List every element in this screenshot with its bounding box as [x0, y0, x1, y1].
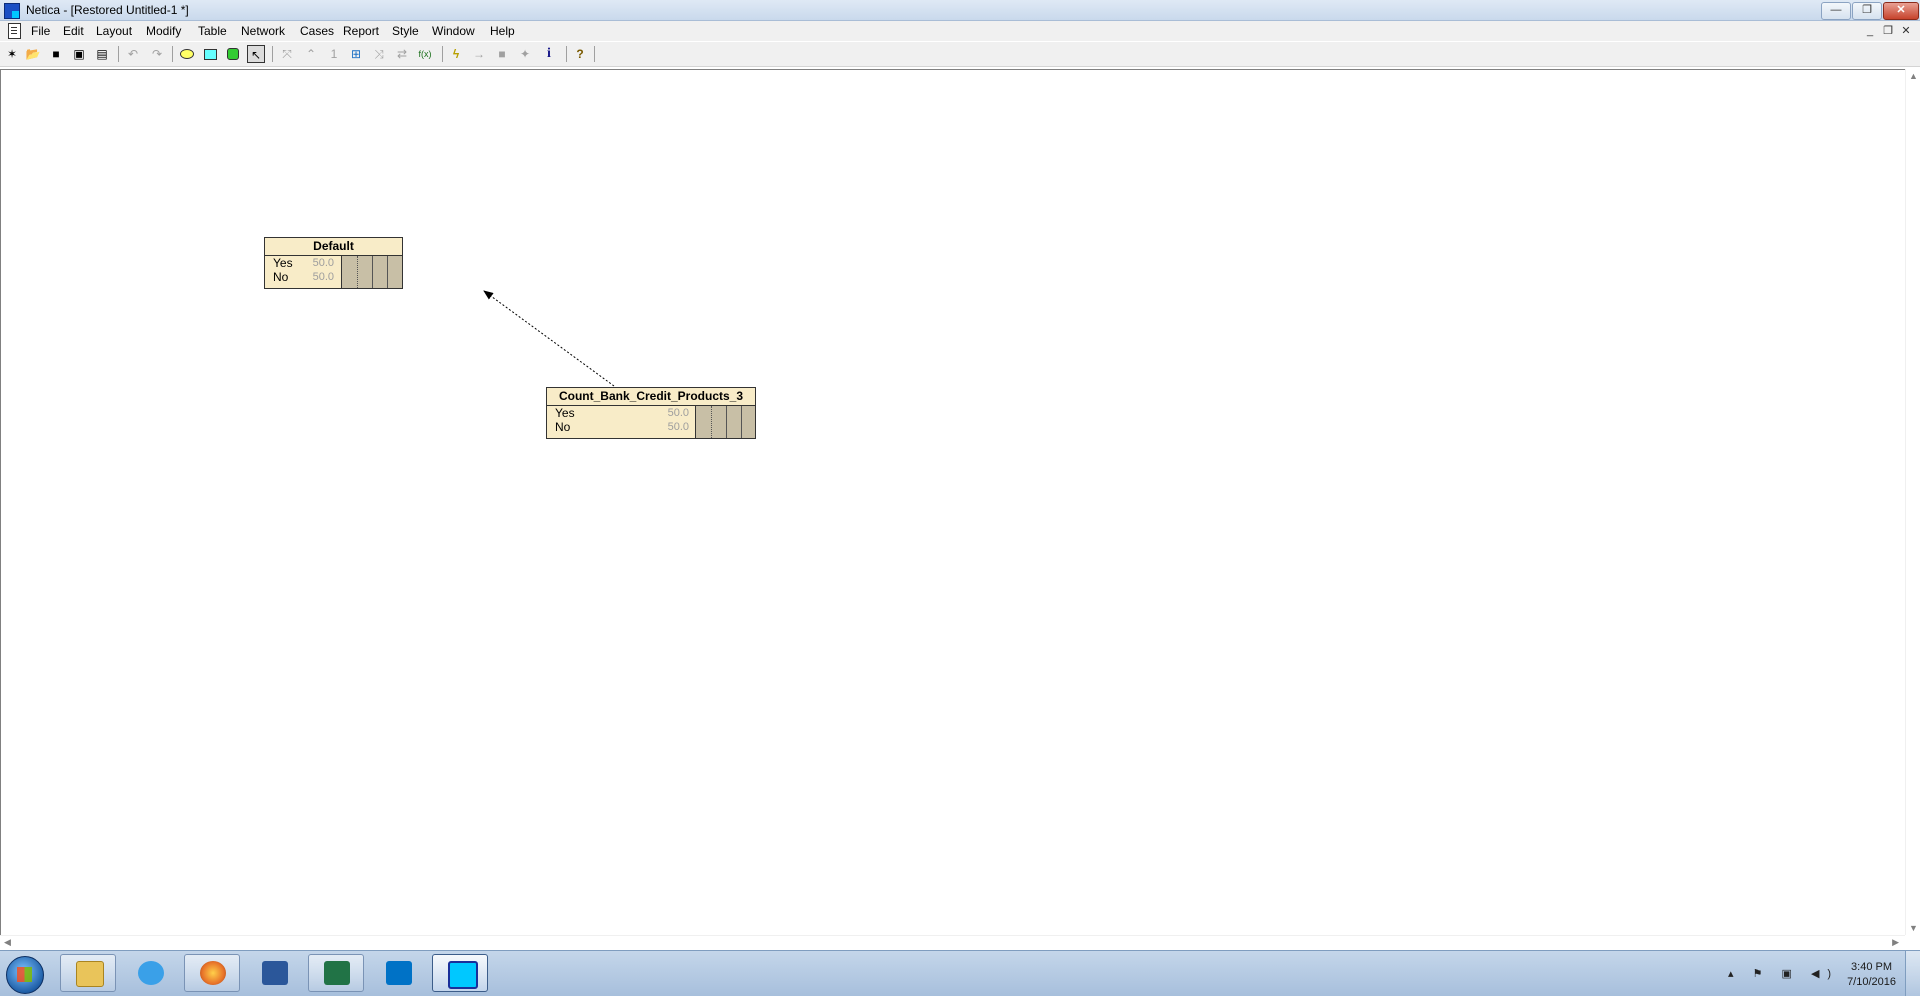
- menu-table[interactable]: Table: [198, 24, 227, 38]
- compile-icon[interactable]: ϟ: [447, 45, 465, 63]
- state-probability: 50.0: [667, 407, 689, 419]
- state-label: No: [555, 420, 571, 434]
- scroll-left-icon[interactable]: ◀: [4, 937, 11, 948]
- scroll-right-icon[interactable]: ▶: [1892, 937, 1899, 948]
- window-title: Netica - [Restored Untitled-1 *]: [26, 3, 189, 17]
- outlook-icon[interactable]: [370, 954, 426, 992]
- menu-cases[interactable]: Cases: [300, 24, 334, 38]
- maximize-button[interactable]: ❐: [1852, 2, 1882, 20]
- learn-icon[interactable]: ✦: [516, 45, 534, 63]
- clock[interactable]: 3:40 PM 7/10/2016: [1847, 960, 1896, 990]
- netica-icon[interactable]: [432, 954, 488, 992]
- state-probability: 50.0: [312, 257, 334, 269]
- toolbar-separator: [442, 46, 443, 62]
- new-network-icon[interactable]: ✶: [3, 45, 21, 63]
- node-title: Default: [265, 238, 402, 256]
- windows-explorer-icon[interactable]: [60, 954, 116, 992]
- node-count-bank-credit-products-3[interactable]: Count_Bank_Credit_Products_3 Yes 50.0 No…: [546, 387, 756, 439]
- document-restore-button[interactable]: ❐: [1880, 24, 1896, 38]
- open-icon[interactable]: 📂: [24, 45, 42, 63]
- node-default[interactable]: Default Yes 50.0 No 50.0: [264, 237, 403, 289]
- state-probability: 50.0: [312, 271, 334, 283]
- document-close-button[interactable]: ✕: [1898, 24, 1914, 38]
- document-window-controls: _ ❐ ✕: [1860, 24, 1914, 38]
- toolbar-separator: [272, 46, 273, 62]
- horizontal-scrollbar[interactable]: ◀ ▶: [0, 935, 1905, 950]
- undo-icon[interactable]: ↶: [124, 45, 142, 63]
- word-icon[interactable]: [246, 954, 302, 992]
- menu-edit[interactable]: Edit: [63, 24, 84, 38]
- info-icon[interactable]: i: [540, 45, 558, 63]
- clock-time: 3:40 PM: [1851, 961, 1893, 973]
- menu-network[interactable]: Network: [241, 24, 285, 38]
- remove-link-icon[interactable]: ⌃: [302, 45, 320, 63]
- link-arrow: [483, 290, 615, 387]
- belief-bars: [341, 256, 402, 288]
- toolbar-separator: [594, 46, 595, 62]
- nature-node-icon[interactable]: [178, 45, 196, 63]
- most-probable-icon[interactable]: →: [470, 45, 488, 63]
- equation-icon[interactable]: f(x): [416, 45, 434, 63]
- start-button[interactable]: [6, 956, 44, 994]
- vertical-scrollbar[interactable]: ▲ ▼: [1905, 69, 1920, 935]
- utility-node-icon[interactable]: [224, 45, 242, 63]
- minimize-button[interactable]: —: [1821, 2, 1851, 20]
- scroll-down-icon[interactable]: ▼: [1909, 923, 1918, 933]
- toolbar-separator: [172, 46, 173, 62]
- menu-bar: File Edit Layout Modify Table Network Ca…: [0, 21, 1920, 41]
- taskbar: ▴ ⚑ ▣ ◀) 3:40 PM 7/10/2016: [0, 950, 1920, 996]
- state-label: Yes: [555, 406, 575, 420]
- excel-icon[interactable]: [308, 954, 364, 992]
- node-title: Count_Bank_Credit_Products_3: [547, 388, 755, 406]
- menu-file[interactable]: File: [31, 24, 50, 38]
- redo-icon[interactable]: ↷: [148, 45, 166, 63]
- retract-icon[interactable]: ■: [493, 45, 511, 63]
- scroll-up-icon[interactable]: ▲: [1909, 71, 1918, 81]
- toolbar-separator: [566, 46, 567, 62]
- document-icon[interactable]: [8, 23, 21, 39]
- save-all-icon[interactable]: ▤: [93, 45, 111, 63]
- link-layer: [483, 290, 615, 387]
- save-as-icon[interactable]: ▣: [70, 45, 88, 63]
- add-link-icon[interactable]: ⤧: [278, 45, 296, 63]
- menu-report[interactable]: Report: [343, 24, 379, 38]
- select-arrow-icon[interactable]: ↖: [247, 45, 265, 63]
- toolbar-separator: [118, 46, 119, 62]
- tray-icons[interactable]: ▴ ⚑ ▣ ◀): [1728, 967, 1839, 980]
- netica-app-icon[interactable]: [4, 3, 20, 19]
- reverse-link-icon[interactable]: ⇄: [393, 45, 411, 63]
- node-table-icon[interactable]: ⊞: [347, 45, 365, 63]
- internet-explorer-icon[interactable]: [122, 954, 178, 992]
- menu-modify[interactable]: Modify: [146, 24, 181, 38]
- close-button[interactable]: ✕: [1883, 2, 1919, 20]
- menu-style[interactable]: Style: [392, 24, 419, 38]
- state-label: Yes: [273, 256, 293, 270]
- document-minimize-button[interactable]: _: [1862, 24, 1878, 38]
- menu-window[interactable]: Window: [432, 24, 475, 38]
- absorb-icon[interactable]: ⤨: [370, 45, 388, 63]
- state-label: No: [273, 270, 289, 284]
- show-desktop-button[interactable]: [1905, 951, 1920, 996]
- menu-layout[interactable]: Layout: [96, 24, 132, 38]
- help-icon[interactable]: ?: [571, 45, 589, 63]
- belief-bars: [695, 406, 755, 438]
- menu-help[interactable]: Help: [490, 24, 515, 38]
- decision-node-icon[interactable]: [201, 45, 219, 63]
- state-probability: 50.0: [667, 421, 689, 433]
- network-canvas[interactable]: Default Yes 50.0 No 50.0 Count_Bank_Cred…: [0, 69, 1905, 936]
- title-bar: Netica - [Restored Untitled-1 *] — ❐ ✕: [0, 0, 1920, 21]
- toolbar: ✶ 📂 ■ ▣ ▤ ↶ ↷ ↖ ⤧ ⌃ 1 ⊞ ⤨ ⇄ f(x) ϟ → ■ ✦…: [0, 42, 1920, 67]
- save-icon[interactable]: ■: [47, 45, 65, 63]
- clock-date: 7/10/2016: [1847, 976, 1896, 988]
- firefox-icon[interactable]: [184, 954, 240, 992]
- constant-icon[interactable]: 1: [325, 45, 343, 63]
- system-tray: ▴ ⚑ ▣ ◀) 3:40 PM 7/10/2016: [1720, 951, 1920, 996]
